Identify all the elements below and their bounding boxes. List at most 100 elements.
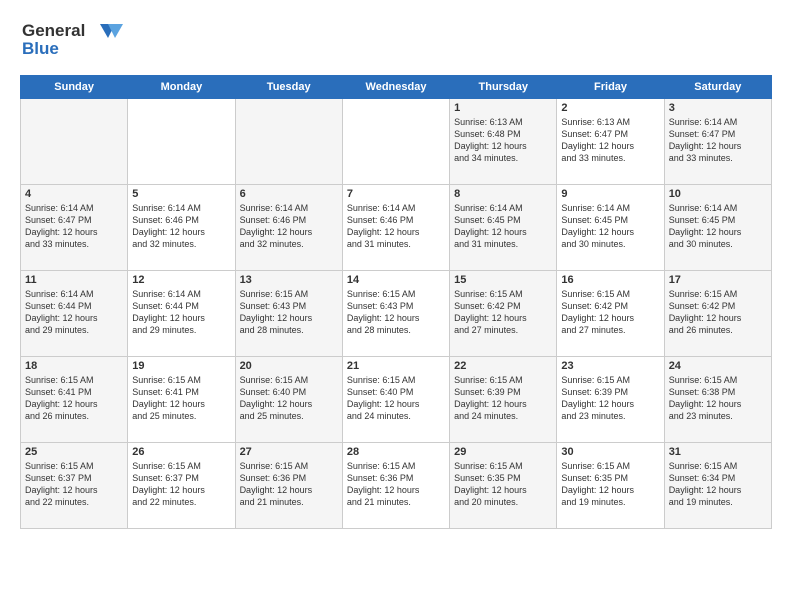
calendar-cell: 15 Sunrise: 6:15 AM Sunset: 6:42 PM Dayli… (450, 271, 557, 357)
day-number: 17 (669, 274, 767, 286)
weekday-header-row: SundayMondayTuesdayWednesdayThursdayFrid… (21, 76, 772, 99)
day-number: 9 (561, 188, 659, 200)
day-info: Sunrise: 6:15 AM Sunset: 6:36 PM Dayligh… (240, 460, 338, 509)
calendar-cell: 22 Sunrise: 6:15 AM Sunset: 6:39 PM Dayli… (450, 357, 557, 443)
day-info: Sunrise: 6:15 AM Sunset: 6:39 PM Dayligh… (561, 374, 659, 423)
day-info: Sunrise: 6:15 AM Sunset: 6:35 PM Dayligh… (454, 460, 552, 509)
day-number: 13 (240, 274, 338, 286)
weekday-header-friday: Friday (557, 76, 664, 99)
weekday-header-saturday: Saturday (664, 76, 771, 99)
weekday-header-monday: Monday (128, 76, 235, 99)
day-number: 31 (669, 446, 767, 458)
calendar-cell: 18 Sunrise: 6:15 AM Sunset: 6:41 PM Dayli… (21, 357, 128, 443)
calendar-cell: 30Sunrise: 6:15 AM Sunset: 6:35 PM Dayli… (557, 443, 664, 529)
calendar-cell: 12 Sunrise: 6:14 AM Sunset: 6:44 PM Dayli… (128, 271, 235, 357)
weekday-header-wednesday: Wednesday (342, 76, 449, 99)
day-info: Sunrise: 6:15 AM Sunset: 6:42 PM Dayligh… (454, 288, 552, 337)
day-number: 2 (561, 102, 659, 114)
day-number: 3 (669, 102, 767, 114)
day-number: 25 (25, 446, 123, 458)
day-info: Sunrise: 6:14 AM Sunset: 6:45 PM Dayligh… (669, 202, 767, 251)
day-number: 14 (347, 274, 445, 286)
day-number: 29 (454, 446, 552, 458)
day-number: 22 (454, 360, 552, 372)
day-number: 4 (25, 188, 123, 200)
day-number: 11 (25, 274, 123, 286)
calendar-cell: 1 Sunrise: 6:13 AM Sunset: 6:48 PM Daylig… (450, 99, 557, 185)
day-number: 12 (132, 274, 230, 286)
day-info: Sunrise: 6:15 AM Sunset: 6:38 PM Dayligh… (669, 374, 767, 423)
day-info: Sunrise: 6:14 AM Sunset: 6:46 PM Dayligh… (132, 202, 230, 251)
calendar-week-row: 18 Sunrise: 6:15 AM Sunset: 6:41 PM Dayli… (21, 357, 772, 443)
day-info: Sunrise: 6:15 AM Sunset: 6:37 PM Dayligh… (132, 460, 230, 509)
day-info: Sunrise: 6:15 AM Sunset: 6:41 PM Dayligh… (132, 374, 230, 423)
calendar-cell (235, 99, 342, 185)
calendar-cell: 28Sunrise: 6:15 AM Sunset: 6:36 PM Dayli… (342, 443, 449, 529)
day-number: 7 (347, 188, 445, 200)
day-info: Sunrise: 6:15 AM Sunset: 6:40 PM Dayligh… (240, 374, 338, 423)
calendar-cell: 8 Sunrise: 6:14 AM Sunset: 6:45 PM Daylig… (450, 185, 557, 271)
calendar-cell: 31Sunrise: 6:15 AM Sunset: 6:34 PM Dayli… (664, 443, 771, 529)
calendar-cell: 3 Sunrise: 6:14 AM Sunset: 6:47 PM Daylig… (664, 99, 771, 185)
calendar-cell: 2 Sunrise: 6:13 AM Sunset: 6:47 PM Daylig… (557, 99, 664, 185)
logo-text: General Blue (20, 16, 130, 65)
calendar-week-row: 25 Sunrise: 6:15 AM Sunset: 6:37 PM Dayli… (21, 443, 772, 529)
calendar-cell: 14Sunrise: 6:15 AM Sunset: 6:43 PM Dayli… (342, 271, 449, 357)
day-info: Sunrise: 6:15 AM Sunset: 6:41 PM Dayligh… (25, 374, 123, 423)
day-info: Sunrise: 6:14 AM Sunset: 6:47 PM Dayligh… (669, 116, 767, 165)
weekday-header-tuesday: Tuesday (235, 76, 342, 99)
day-info: Sunrise: 6:14 AM Sunset: 6:46 PM Dayligh… (347, 202, 445, 251)
calendar-cell: 23 Sunrise: 6:15 AM Sunset: 6:39 PM Dayli… (557, 357, 664, 443)
day-number: 27 (240, 446, 338, 458)
day-number: 26 (132, 446, 230, 458)
day-info: Sunrise: 6:14 AM Sunset: 6:44 PM Dayligh… (25, 288, 123, 337)
calendar-cell: 19 Sunrise: 6:15 AM Sunset: 6:41 PM Dayli… (128, 357, 235, 443)
day-info: Sunrise: 6:14 AM Sunset: 6:45 PM Dayligh… (454, 202, 552, 251)
calendar-cell (342, 99, 449, 185)
day-number: 30 (561, 446, 659, 458)
calendar-cell: 5 Sunrise: 6:14 AM Sunset: 6:46 PM Daylig… (128, 185, 235, 271)
svg-text:General: General (22, 21, 85, 40)
day-info: Sunrise: 6:14 AM Sunset: 6:44 PM Dayligh… (132, 288, 230, 337)
day-info: Sunrise: 6:13 AM Sunset: 6:47 PM Dayligh… (561, 116, 659, 165)
calendar-week-row: 4 Sunrise: 6:14 AM Sunset: 6:47 PM Daylig… (21, 185, 772, 271)
day-number: 24 (669, 360, 767, 372)
day-number: 5 (132, 188, 230, 200)
header: General Blue (20, 16, 772, 65)
calendar-cell: 16Sunrise: 6:15 AM Sunset: 6:42 PM Dayli… (557, 271, 664, 357)
day-info: Sunrise: 6:13 AM Sunset: 6:48 PM Dayligh… (454, 116, 552, 165)
calendar-cell: 29 Sunrise: 6:15 AM Sunset: 6:35 PM Dayli… (450, 443, 557, 529)
day-number: 19 (132, 360, 230, 372)
calendar-cell: 20 Sunrise: 6:15 AM Sunset: 6:40 PM Dayli… (235, 357, 342, 443)
svg-text:Blue: Blue (22, 39, 59, 58)
day-info: Sunrise: 6:15 AM Sunset: 6:42 PM Dayligh… (669, 288, 767, 337)
calendar-cell: 17 Sunrise: 6:15 AM Sunset: 6:42 PM Dayli… (664, 271, 771, 357)
calendar-cell (128, 99, 235, 185)
day-number: 1 (454, 102, 552, 114)
calendar-week-row: 11 Sunrise: 6:14 AM Sunset: 6:44 PM Dayli… (21, 271, 772, 357)
day-number: 10 (669, 188, 767, 200)
day-number: 15 (454, 274, 552, 286)
day-info: Sunrise: 6:15 AM Sunset: 6:39 PM Dayligh… (454, 374, 552, 423)
logo: General Blue (20, 16, 130, 65)
day-number: 20 (240, 360, 338, 372)
weekday-header-sunday: Sunday (21, 76, 128, 99)
day-number: 18 (25, 360, 123, 372)
day-number: 8 (454, 188, 552, 200)
calendar-cell: 27 Sunrise: 6:15 AM Sunset: 6:36 PM Dayli… (235, 443, 342, 529)
calendar-cell: 25Sunrise: 6:15 AM Sunset: 6:37 PM Dayli… (21, 443, 128, 529)
day-info: Sunrise: 6:14 AM Sunset: 6:45 PM Dayligh… (561, 202, 659, 251)
calendar-cell: 4 Sunrise: 6:14 AM Sunset: 6:47 PM Daylig… (21, 185, 128, 271)
day-number: 23 (561, 360, 659, 372)
day-info: Sunrise: 6:15 AM Sunset: 6:40 PM Dayligh… (347, 374, 445, 423)
calendar-cell: 11 Sunrise: 6:14 AM Sunset: 6:44 PM Dayli… (21, 271, 128, 357)
day-info: Sunrise: 6:15 AM Sunset: 6:36 PM Dayligh… (347, 460, 445, 509)
calendar-week-row: 1 Sunrise: 6:13 AM Sunset: 6:48 PM Daylig… (21, 99, 772, 185)
day-number: 16 (561, 274, 659, 286)
calendar-cell: 9 Sunrise: 6:14 AM Sunset: 6:45 PM Daylig… (557, 185, 664, 271)
page: General Blue SundayMondayTuesdayWednesda… (0, 0, 792, 612)
day-info: Sunrise: 6:14 AM Sunset: 6:47 PM Dayligh… (25, 202, 123, 251)
calendar-cell (21, 99, 128, 185)
calendar-cell: 21Sunrise: 6:15 AM Sunset: 6:40 PM Dayli… (342, 357, 449, 443)
calendar-cell: 10 Sunrise: 6:14 AM Sunset: 6:45 PM Dayli… (664, 185, 771, 271)
